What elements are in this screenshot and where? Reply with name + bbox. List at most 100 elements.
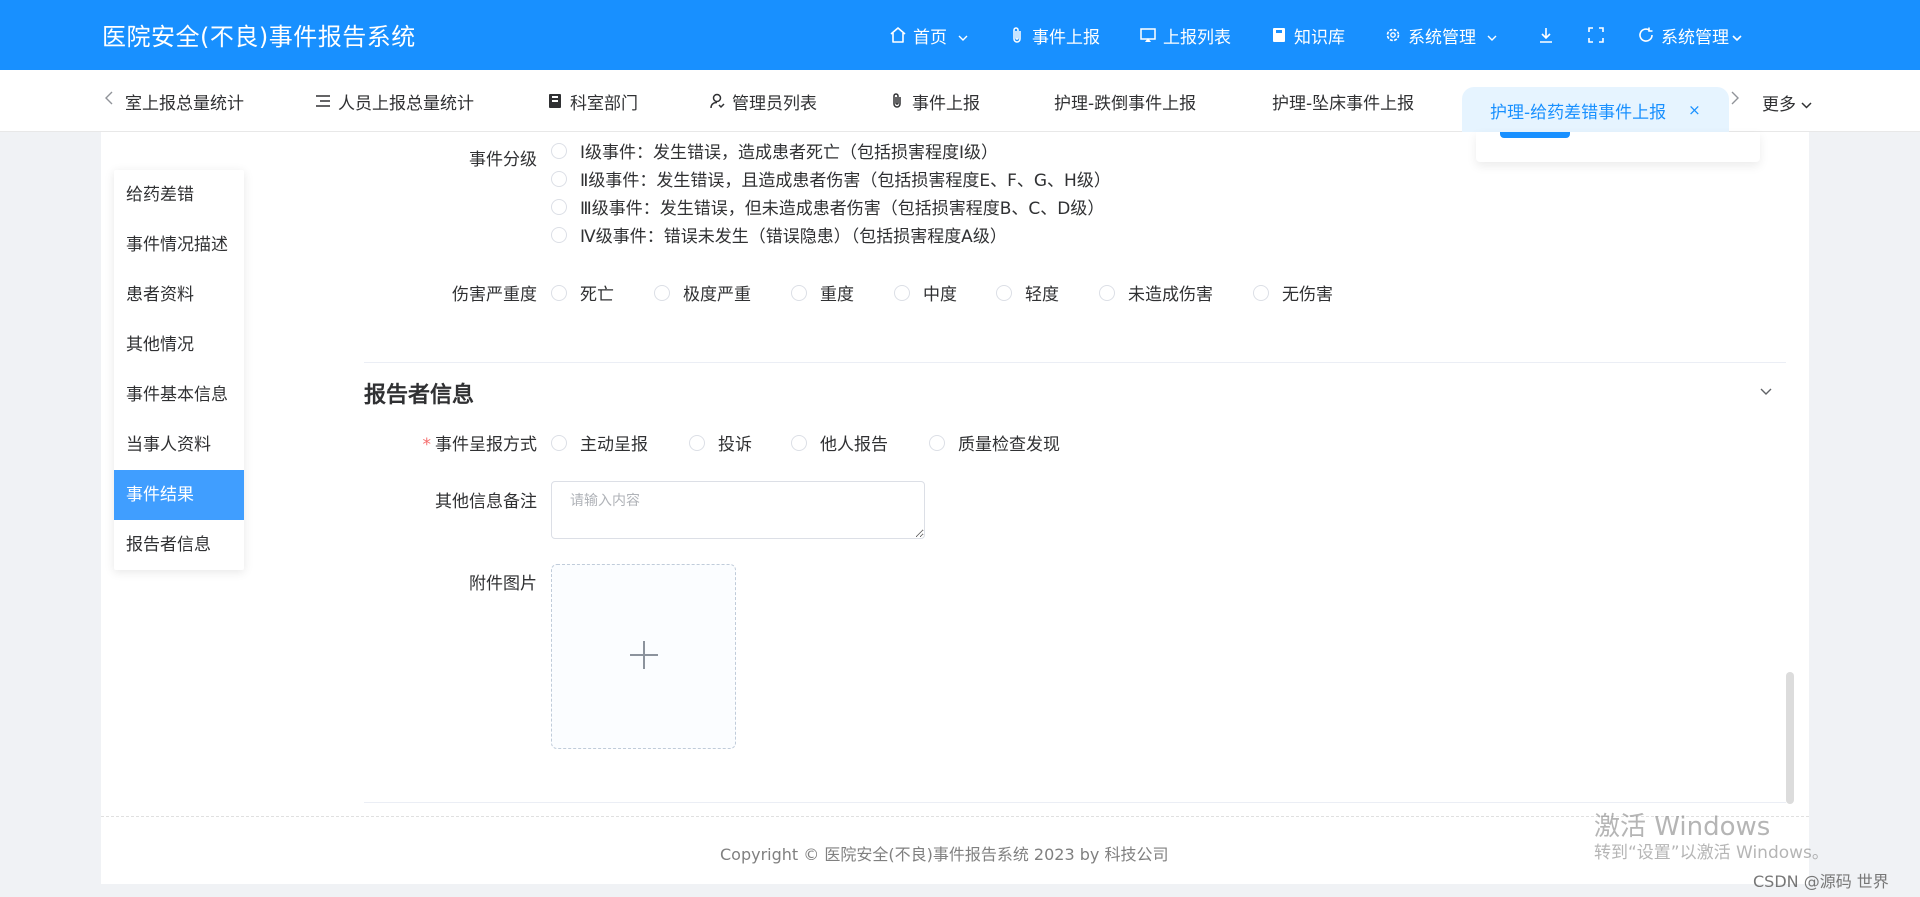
radio-circle: [996, 284, 1012, 301]
user-menu-label: 系统管理: [1661, 27, 1729, 48]
radio-circle: [551, 170, 567, 187]
radio-label: 质量检查发现: [958, 435, 1060, 455]
harm-option-mild[interactable]: 轻度: [996, 280, 1059, 305]
nav-knowledge[interactable]: 知识库: [1269, 23, 1345, 48]
anchor-item-event-result[interactable]: 事件结果: [114, 470, 244, 520]
radio-circle: [791, 434, 807, 451]
tab-nursing-fall[interactable]: 护理-跌倒事件上报: [1054, 70, 1196, 132]
tab-nursing-medication-error[interactable]: 护理-给药差错事件上报 ×: [1462, 87, 1729, 133]
tab-nursing-bed-fall[interactable]: 护理-坠床事件上报: [1272, 70, 1414, 132]
harm-option-extreme[interactable]: 极度严重: [654, 280, 751, 305]
radio-label: 死亡: [580, 285, 614, 305]
dropdown-popover: [1476, 132, 1760, 162]
report-method-others[interactable]: 他人报告: [791, 430, 888, 455]
radio-label: Ⅰ级事件：发生错误，造成患者死亡（包括损害程度Ⅰ级）: [580, 143, 999, 163]
anchor-item-event-basic-info[interactable]: 事件基本信息: [114, 370, 244, 420]
harm-option-death[interactable]: 死亡: [551, 280, 614, 305]
harm-option-severe[interactable]: 重度: [791, 280, 854, 305]
report-method-label-text: 事件呈报方式: [435, 435, 537, 455]
harm-option-moderate[interactable]: 中度: [894, 280, 957, 305]
radio-circle: [551, 226, 567, 243]
radio-circle: [929, 434, 945, 451]
activation-watermark-subtitle: 转到“设置”以激活 Windows。: [1594, 843, 1829, 863]
book-icon: [1269, 25, 1289, 45]
reporter-section-title: 报告者信息: [364, 383, 475, 408]
more-tabs-dropdown[interactable]: 更多: [1762, 90, 1812, 115]
user-icon: [708, 92, 726, 110]
tab-admin-list[interactable]: 管理员列表: [708, 70, 817, 132]
report-method-active[interactable]: 主动呈报: [551, 430, 648, 455]
app-title: 医院安全(不良)事件报告系统: [102, 23, 416, 51]
image-upload-box[interactable]: [551, 564, 736, 749]
radio-circle: [894, 284, 910, 301]
event-grade-option-4[interactable]: Ⅳ级事件：错误未发生（错误隐患）（包括损害程度A级）: [551, 222, 1007, 247]
chevron-down-icon: [1486, 29, 1498, 41]
tabs-scroll-right-icon[interactable]: [1730, 90, 1740, 109]
event-grade-option-1[interactable]: Ⅰ级事件：发生错误，造成患者死亡（包括损害程度Ⅰ级）: [551, 138, 998, 163]
radio-label: 无伤害: [1282, 285, 1333, 305]
nav-home[interactable]: 首页: [888, 23, 969, 48]
nav-event-report-label: 事件上报: [1032, 27, 1100, 48]
plus-icon: [628, 639, 660, 675]
radio-circle: [551, 284, 567, 301]
harm-option-none[interactable]: 无伤害: [1253, 280, 1333, 305]
radio-label: 重度: [820, 285, 854, 305]
radio-circle: [551, 142, 567, 159]
radio-label: Ⅲ级事件：发生错误，但未造成患者伤害（包括损害程度B、C、D级）: [580, 199, 1105, 219]
top-nav: 首页 事件上报 上报列表 知识库 系统管理 系统管理: [888, 0, 1781, 70]
radio-label: Ⅱ级事件：发生错误，且造成患者伤害（包括损害程度E、F、G、H级）: [580, 171, 1111, 191]
radio-label: 中度: [923, 285, 957, 305]
anchor-item-party-info[interactable]: 当事人资料: [114, 420, 244, 470]
close-icon[interactable]: ×: [1688, 101, 1701, 119]
harm-option-no-harm-caused[interactable]: 未造成伤害: [1099, 280, 1213, 305]
tab-label: 事件上报: [912, 93, 980, 114]
tab-staff-report-stats[interactable]: 人员上报总量统计: [314, 70, 474, 132]
download-icon[interactable]: [1536, 25, 1556, 45]
nav-report-list[interactable]: 上报列表: [1138, 23, 1231, 48]
remark-textarea[interactable]: [551, 481, 925, 539]
popover-button[interactable]: [1500, 132, 1570, 138]
anchor-item-other-info[interactable]: 其他情况: [114, 320, 244, 370]
radio-label: Ⅳ级事件：错误未发生（错误隐患）（包括损害程度A级）: [580, 227, 1007, 247]
radio-label: 主动呈报: [580, 435, 648, 455]
event-grade-label: 事件分级: [469, 150, 537, 170]
paperclip-icon: [888, 92, 906, 110]
scrollbar-thumb[interactable]: [1786, 672, 1794, 804]
tab-label: 室上报总量统计: [125, 93, 244, 114]
tab-dept-report-stats[interactable]: 室上报总量统计: [125, 70, 244, 132]
nav-event-report[interactable]: 事件上报: [1007, 23, 1100, 48]
report-method-complaint[interactable]: 投诉: [689, 430, 752, 455]
report-method-quality-check[interactable]: 质量检查发现: [929, 430, 1060, 455]
radio-label: 投诉: [718, 435, 752, 455]
tabs-scroll-left-icon[interactable]: [104, 90, 114, 109]
nav-system-admin[interactable]: 系统管理: [1383, 23, 1498, 48]
tab-departments[interactable]: 科室部门: [546, 70, 638, 132]
home-icon: [888, 25, 908, 45]
radio-circle: [1253, 284, 1269, 301]
tab-label: 护理-跌倒事件上报: [1054, 93, 1197, 114]
anchor-item-reporter-info[interactable]: 报告者信息: [114, 520, 244, 570]
footer-copyright: Copyright © 医院安全(不良)事件报告系统 2023 by 科技公司: [720, 845, 1169, 864]
anchor-item-patient-info[interactable]: 患者资料: [114, 270, 244, 320]
anchor-item-event-description[interactable]: 事件情况描述: [114, 220, 244, 270]
chevron-down-icon: [1801, 102, 1812, 109]
required-mark: *: [422, 435, 432, 455]
event-grade-option-2[interactable]: Ⅱ级事件：发生错误，且造成患者伤害（包括损害程度E、F、G、H级）: [551, 166, 1111, 191]
radio-label: 轻度: [1025, 285, 1059, 305]
chevron-down-icon: [957, 29, 969, 41]
fullscreen-icon[interactable]: [1586, 25, 1606, 45]
tab-event-report[interactable]: 事件上报: [888, 70, 980, 132]
user-menu[interactable]: 系统管理: [1636, 23, 1743, 48]
radio-label: 未造成伤害: [1128, 285, 1213, 305]
monitor-icon: [1138, 25, 1158, 45]
event-grade-option-3[interactable]: Ⅲ级事件：发生错误，但未造成患者伤害（包括损害程度B、C、D级）: [551, 194, 1104, 219]
chevron-down-icon: [1731, 29, 1743, 42]
anchor-item-medication-error[interactable]: 给药差错: [114, 170, 244, 220]
chevron-down-icon[interactable]: [1758, 383, 1774, 399]
report-method-label: * 事件呈报方式: [337, 430, 538, 455]
refresh-icon: [1636, 25, 1656, 45]
nav-system-admin-label: 系统管理: [1408, 27, 1476, 48]
gear-icon: [1383, 25, 1403, 45]
list-icon: [314, 92, 332, 110]
section-anchor-menu: 给药差错 事件情况描述 患者资料 其他情况 事件基本信息 当事人资料 事件结果 …: [114, 170, 244, 570]
